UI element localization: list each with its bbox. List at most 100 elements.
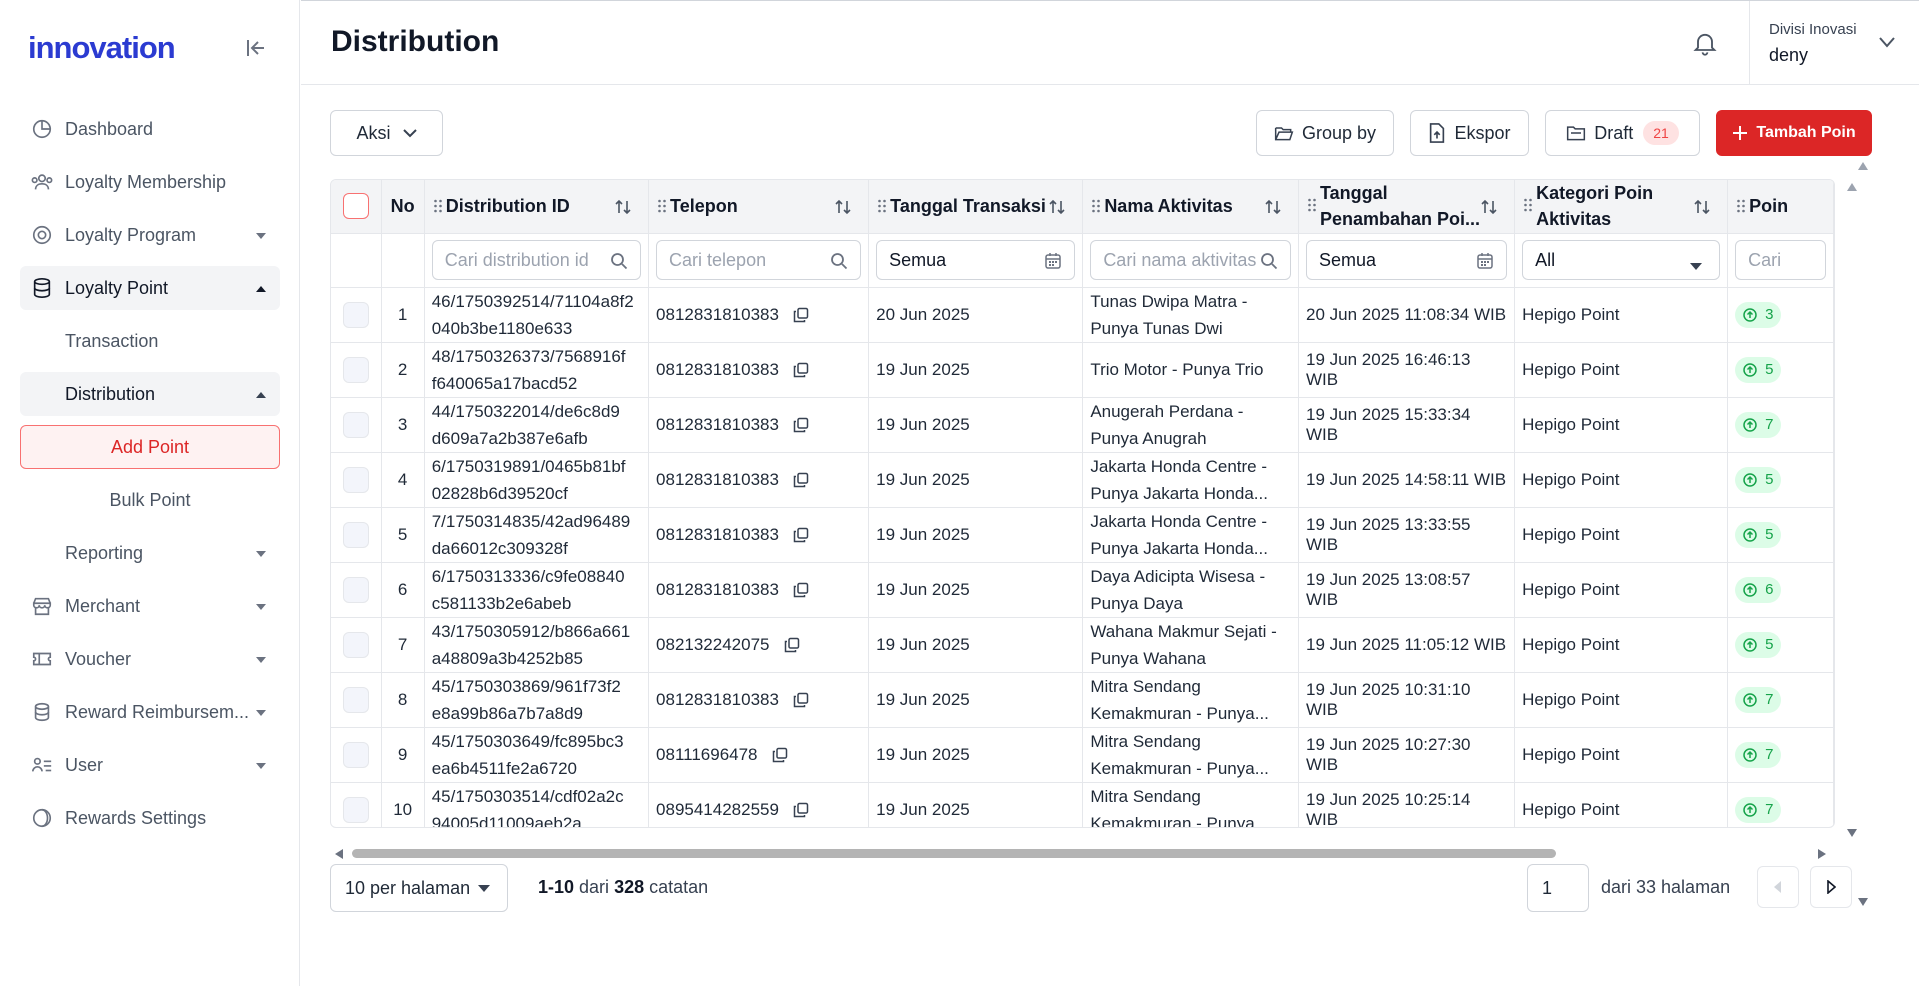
row-checkbox[interactable] (342, 356, 369, 383)
sidebar-item-voucher[interactable]: Voucher (20, 637, 280, 681)
drag-handle-icon[interactable] (657, 198, 667, 214)
sidebar-item-dashboard[interactable]: Dashboard (20, 107, 280, 151)
tanggal-transaksi-filter[interactable]: Semua (876, 240, 1076, 280)
table-row[interactable]: 9 45/1750303649/fc895bc3 ea6b4511fe2a6720 0… (331, 727, 1834, 783)
page-number-input[interactable]: 1 (1527, 864, 1589, 912)
table-row[interactable]: 4 6/1750319891/0465b81bf 02828b6d39520cf 08… (331, 452, 1834, 508)
sidebar-item-add-point[interactable]: Add Point (20, 425, 280, 469)
col-tanggal-transaksi[interactable]: Tanggal Transaksi (868, 180, 1084, 234)
distribution-id-search-input[interactable] (444, 249, 629, 271)
sort-icon[interactable] (1264, 198, 1282, 216)
sidebar-item-distribution[interactable]: Distribution (20, 372, 280, 416)
col-kategori-poin-aktivitas[interactable]: Kategori Poin Aktivitas (1514, 180, 1729, 234)
sidebar-item-label: Loyalty Membership (65, 171, 227, 192)
scroll-right-arrow-icon[interactable] (1817, 848, 1827, 860)
table-row[interactable]: 5 7/1750314835/42ad96489 da66012c309328f 08… (331, 507, 1834, 563)
sort-icon[interactable] (1480, 198, 1498, 216)
select-all-checkbox[interactable] (342, 193, 369, 220)
group-by-button[interactable]: Group by (1256, 110, 1394, 156)
nama-aktivitas-search-input[interactable] (1103, 249, 1279, 271)
collapse-sidebar-icon[interactable] (244, 36, 268, 60)
tambah-poin-button[interactable]: Tambah Poin (1716, 110, 1872, 156)
telepon-search-input[interactable] (669, 249, 849, 271)
distribution-id-search[interactable] (431, 240, 642, 280)
row-checkbox[interactable] (342, 466, 369, 493)
copy-icon[interactable] (793, 692, 809, 708)
distribution-id-line2: a48809a3b4252b85 (431, 648, 583, 668)
sidebar-item-reward-reimbursement[interactable]: Reward Reimbursem... (20, 690, 280, 734)
sidebar-item-user[interactable]: User (20, 743, 280, 787)
sort-icon[interactable] (614, 198, 632, 216)
col-nama-aktivitas[interactable]: Nama Aktivitas (1082, 180, 1300, 234)
tanggal-penambahan-filter[interactable]: Semua (1306, 240, 1508, 280)
table-row[interactable]: 8 45/1750303869/961f73f2 e8a99b86a7b7a8d9 0… (331, 672, 1834, 728)
sidebar-item-merchant[interactable]: Merchant (20, 584, 280, 628)
app-logo[interactable]: innovation (28, 30, 176, 66)
drag-handle-icon[interactable] (877, 198, 887, 214)
table-row[interactable]: 3 44/1750322014/de6c8d9 d609a7a2b387e6afb 0… (331, 397, 1834, 453)
draft-button[interactable]: Draft 21 (1545, 110, 1700, 156)
col-distribution-id[interactable]: Distribution ID (424, 180, 650, 234)
kategori-filter-select[interactable]: All (1522, 240, 1721, 280)
table-row[interactable]: 6 6/1750313336/c9fe08840 c581133b2e6abeb 08… (331, 562, 1834, 618)
sidebar-item-loyalty-point[interactable]: Loyalty Point (20, 266, 280, 310)
drag-handle-icon[interactable] (433, 198, 443, 214)
table-scroll-down-arrow-icon[interactable] (1846, 828, 1858, 838)
drag-handle-icon[interactable] (1736, 198, 1746, 214)
poin-search-input[interactable] (1748, 249, 1813, 271)
row-checkbox[interactable] (342, 631, 369, 658)
sidebar-item-loyalty-membership[interactable]: Loyalty Membership (20, 160, 280, 204)
table-scroll-up-arrow-icon[interactable] (1846, 182, 1858, 192)
sidebar-item-transaction[interactable]: Transaction (20, 319, 280, 363)
copy-icon[interactable] (793, 417, 809, 433)
sidebar-item-rewards-settings[interactable]: Rewards Settings (20, 796, 280, 840)
table-row[interactable]: 1 46/1750392514/71104a8f2 040b3be1180e633 0… (331, 287, 1834, 343)
row-checkbox[interactable] (342, 521, 369, 548)
row-checkbox[interactable] (342, 411, 369, 438)
copy-icon[interactable] (793, 307, 809, 323)
row-checkbox[interactable] (342, 576, 369, 603)
copy-icon[interactable] (793, 582, 809, 598)
user-menu[interactable]: Divisi Inovasi deny (1749, 1, 1919, 85)
sort-icon[interactable] (1693, 198, 1711, 216)
user-name: deny (1769, 45, 1809, 65)
copy-icon[interactable] (784, 637, 800, 653)
poin-cell: 5 (1727, 452, 1834, 508)
sidebar-item-loyalty-program[interactable]: Loyalty Program (20, 213, 280, 257)
row-checkbox[interactable] (342, 796, 369, 823)
sidebar-item-bulk-point[interactable]: Bulk Point (20, 478, 280, 522)
col-telepon[interactable]: Telepon (648, 180, 870, 234)
sort-icon[interactable] (1048, 198, 1066, 216)
copy-icon[interactable] (772, 747, 788, 763)
drag-handle-icon[interactable] (1091, 198, 1101, 214)
row-checkbox[interactable] (342, 686, 369, 713)
copy-icon[interactable] (793, 527, 809, 543)
drag-handle-icon[interactable] (1523, 197, 1533, 213)
row-checkbox[interactable] (342, 741, 369, 768)
scroll-up-arrow-icon[interactable] (1857, 161, 1869, 171)
scroll-down-arrow-icon[interactable] (1857, 897, 1869, 907)
sort-icon[interactable] (834, 198, 852, 216)
table-row[interactable]: 2 48/1750326373/7568916f f640065a17bacd52 0… (331, 342, 1834, 398)
copy-icon[interactable] (793, 472, 809, 488)
next-page-button[interactable] (1810, 866, 1852, 908)
copy-icon[interactable] (793, 362, 809, 378)
scroll-left-arrow-icon[interactable] (334, 848, 344, 860)
per-page-select[interactable]: 10 per halaman (330, 864, 508, 912)
telepon-search[interactable] (656, 240, 862, 280)
horizontal-scrollbar-thumb[interactable] (352, 849, 1556, 858)
drag-handle-icon[interactable] (1307, 197, 1317, 213)
col-tanggal-penambahan-poin[interactable]: Tanggal Penambahan Poi... (1298, 180, 1516, 234)
aksi-dropdown[interactable]: Aksi (330, 110, 443, 156)
ekspor-button[interactable]: Ekspor (1410, 110, 1529, 156)
prev-page-button[interactable] (1757, 866, 1799, 908)
poin-search[interactable] (1735, 240, 1826, 280)
row-checkbox[interactable] (342, 301, 369, 328)
notification-bell-icon[interactable] (1691, 29, 1719, 57)
table-row[interactable]: 7 43/1750305912/b866a661 a48809a3b4252b85 0… (331, 617, 1834, 673)
col-poin[interactable]: Poin (1727, 180, 1834, 234)
sidebar-item-reporting[interactable]: Reporting (20, 531, 280, 575)
table-row[interactable]: 10 45/1750303514/cdf02a2c 94005d11009aeb2a… (331, 782, 1834, 827)
copy-icon[interactable] (793, 802, 809, 818)
nama-aktivitas-search[interactable] (1090, 240, 1292, 280)
